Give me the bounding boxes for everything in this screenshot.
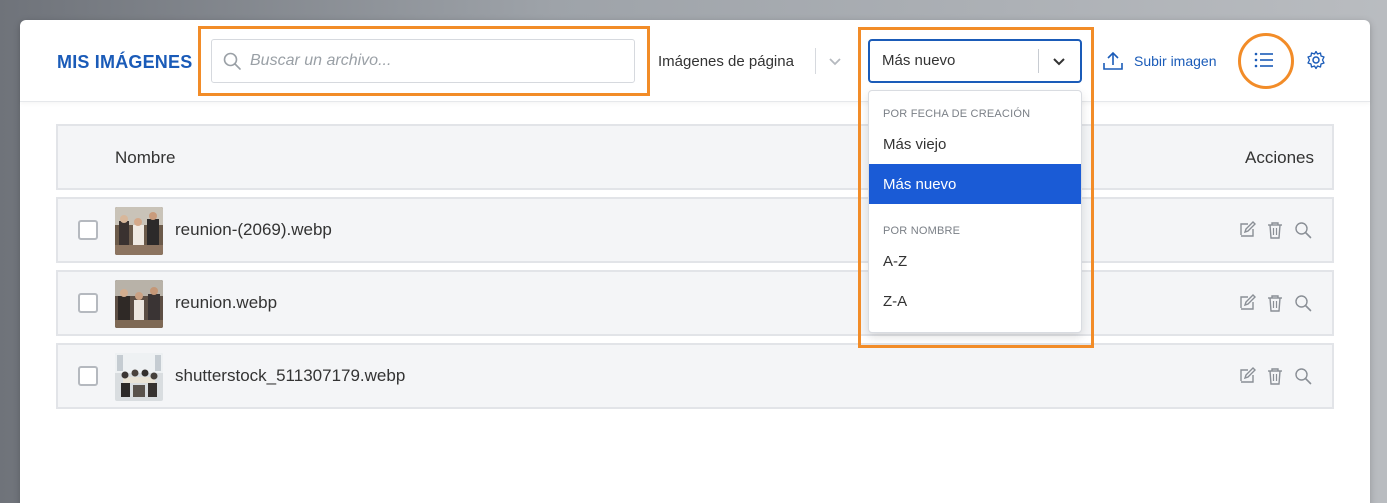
column-header-name: Nombre [115,148,176,167]
trash-icon[interactable] [1266,221,1284,239]
upload-image-label: Subir imagen [1134,53,1217,69]
trash-icon[interactable] [1266,367,1284,385]
row-checkbox[interactable] [78,293,98,313]
filter-select-divider [815,48,816,74]
page-title: MIS IMÁGENES [57,52,193,72]
row-actions [1238,294,1312,312]
row-filename: reunion-(2069).webp [175,220,332,239]
image-thumbnail[interactable] [115,207,163,255]
row-filename: reunion.webp [175,293,278,312]
row-actions [1238,221,1312,239]
table-row[interactable]: reunion-(2069).webp [56,197,1334,263]
gear-icon[interactable] [1306,50,1326,70]
highlight-sort-dropdown [858,27,1094,348]
edit-icon[interactable] [1238,221,1256,239]
row-actions [1238,367,1312,385]
column-header-actions: Acciones [1245,148,1314,167]
table-row[interactable]: reunion.webp [56,270,1334,336]
trash-icon[interactable] [1266,294,1284,312]
highlight-list-view [1238,33,1294,89]
image-thumbnail[interactable] [115,280,163,328]
image-thumbnail[interactable] [115,353,163,401]
row-checkbox[interactable] [78,366,98,386]
upload-image-button[interactable]: Subir imagen [1102,48,1217,74]
upload-icon [1103,51,1123,70]
row-checkbox[interactable] [78,220,98,240]
table-header: Nombre Acciones [56,124,1334,190]
filter-select[interactable]: Imágenes de página [650,42,856,80]
chevron-down-icon[interactable] [826,52,844,70]
table-row[interactable]: shutterstock_511307179.webp [56,343,1334,409]
edit-icon[interactable] [1238,367,1256,385]
zoom-icon[interactable] [1294,367,1312,385]
filter-select-value: Imágenes de página [658,52,794,70]
highlight-search-box [198,26,650,96]
row-filename: shutterstock_511307179.webp [175,366,406,385]
zoom-icon[interactable] [1294,294,1312,312]
zoom-icon[interactable] [1294,221,1312,239]
edit-icon[interactable] [1238,294,1256,312]
